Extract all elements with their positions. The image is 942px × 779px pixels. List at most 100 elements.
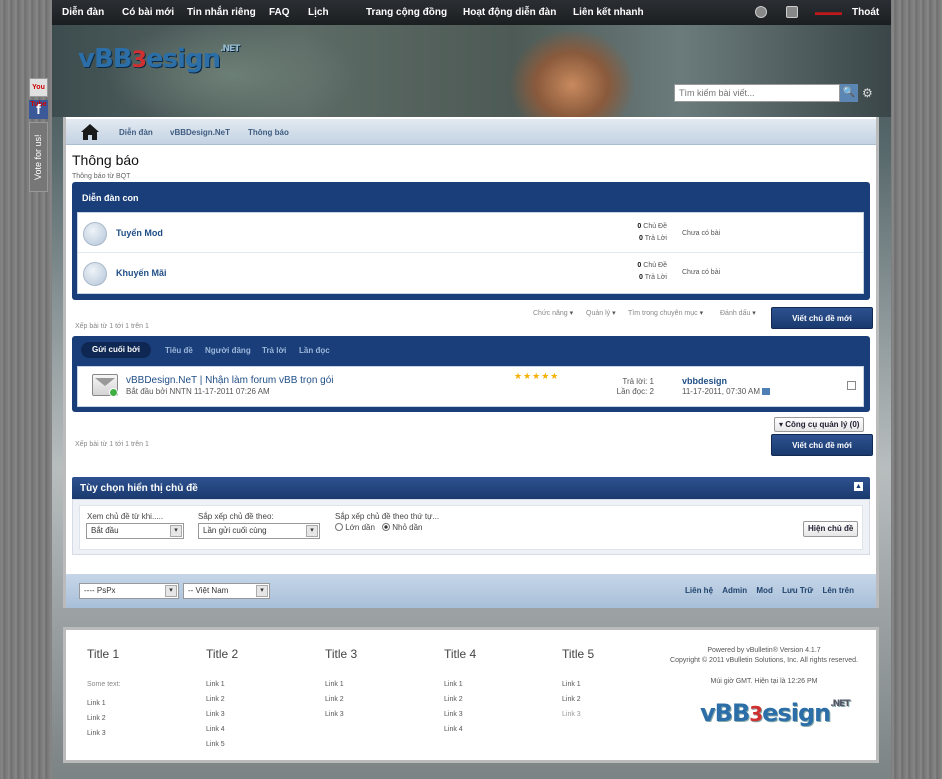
radio-asc[interactable] [335, 523, 343, 531]
notification-icon[interactable] [755, 6, 767, 18]
column-link[interactable]: Link 2 [87, 715, 106, 722]
forum-threads: 0 Chủ Đề [637, 262, 667, 269]
list-item[interactable]: Tuyển Mod 0 Chủ Đề 0 Trả Lời Chưa có bài [78, 213, 863, 253]
breadcrumb-forum[interactable]: Diễn đàn [119, 128, 153, 137]
thread-views: Lần đọc: 2 [616, 387, 654, 396]
column-link[interactable]: Link 4 [444, 726, 463, 733]
new-thread-button[interactable]: Viết chủ đề mới [771, 307, 873, 329]
column-link[interactable]: Link 2 [444, 696, 463, 703]
home-icon[interactable] [80, 123, 100, 141]
footer-link-admin[interactable]: Admin [722, 586, 747, 595]
copyright-text: Copyright © 2011 vBulletin Solutions, In… [670, 657, 858, 664]
tool-functions[interactable]: Chức năng [533, 309, 573, 317]
footer-link-contact[interactable]: Liên hệ [685, 586, 713, 595]
subforum-header: Diễn đàn con [82, 193, 139, 203]
search-input[interactable] [674, 84, 840, 102]
list-item[interactable]: Khuyến Mãi 0 Chủ Đề 0 Trả Lời Chưa có bà… [78, 253, 863, 293]
admin-tools-button[interactable]: ▾ Công cụ quản lý (0) [774, 417, 865, 432]
logout-link[interactable]: Thoát [852, 7, 879, 18]
nav-quick-links[interactable]: Liên kết nhanh [573, 7, 644, 18]
collapse-icon[interactable]: ▲ [854, 482, 863, 491]
column-link[interactable]: Link 2 [325, 696, 344, 703]
footer-bar: ---- PsPx ▾ -- Việt Nam ▾ Liên hệ Admin … [66, 574, 876, 608]
footer-link-mod[interactable]: Mod [756, 586, 772, 595]
subforum-list: Tuyển Mod 0 Chủ Đề 0 Trả Lời Chưa có bài… [77, 212, 864, 294]
language-select[interactable]: -- Việt Nam ▾ [183, 583, 270, 599]
column-title: Title 1 [87, 647, 120, 661]
column-link[interactable]: Link 1 [325, 681, 344, 688]
profile-icon[interactable] [786, 6, 798, 18]
radio-desc[interactable] [382, 523, 390, 531]
sort-by-select[interactable]: Lần gửi cuối cùng ▾ [198, 523, 320, 539]
logo-rest: esign [762, 699, 831, 727]
youtube-icon[interactable]: You Tube [29, 78, 48, 108]
footer-link-archive[interactable]: Lưu Trữ [782, 586, 813, 595]
forum-title[interactable]: Tuyển Mod [116, 228, 163, 238]
table-row[interactable]: vBBDesign.NeT | Nhận làm forum vBB trọn … [77, 366, 864, 407]
column-link[interactable]: Link 2 [562, 696, 581, 703]
nav-calendar[interactable]: Lịch [308, 7, 329, 18]
show-from-select[interactable]: Bắt đầu ▾ [86, 523, 184, 539]
tool-search-forum[interactable]: Tìm trong chuyên mục [628, 309, 703, 317]
thread-meta: Bắt đầu bởi NNTN 11-17-2011 07:26 AM [126, 387, 270, 396]
logo-accent: 3 [131, 48, 147, 73]
last-post-time: 11-17-2011, 07:30 AM [682, 387, 760, 396]
nav-forum-activity[interactable]: Hoạt động diễn đàn [463, 7, 556, 18]
tab-poster[interactable]: Người đăng [205, 346, 251, 355]
new-post-icon [109, 388, 118, 397]
column-link[interactable]: Link 1 [562, 681, 581, 688]
thread-title[interactable]: vBBDesign.NeT | Nhận làm forum vBB trọn … [126, 375, 334, 386]
username-badge-icon[interactable]: ▬▬▬ [815, 7, 842, 17]
tab-replies[interactable]: Trả lời [262, 346, 286, 355]
breadcrumb-site[interactable]: vBBDesign.NeT [170, 128, 230, 137]
column-link[interactable]: Link 3 [562, 711, 581, 718]
order-asc-option[interactable]: Lớn dần [335, 523, 375, 532]
column-link[interactable]: Link 3 [325, 711, 344, 718]
tab-last-post[interactable]: Gửi cuối bởi [81, 342, 151, 358]
powered-text: Powered by vBulletin® Version 4.1.7 [707, 647, 821, 654]
gear-icon[interactable]: ⚙ [862, 86, 873, 100]
column-link[interactable]: Link 3 [206, 711, 225, 718]
nav-faq[interactable]: FAQ [269, 7, 290, 18]
footer-link-top[interactable]: Lên trên [822, 586, 854, 595]
forum-last-post: Chưa có bài [682, 269, 721, 276]
tab-title[interactable]: Tiêu đề [165, 346, 193, 355]
site-logo[interactable]: vBB3esign.NET [78, 44, 240, 74]
forum-title[interactable]: Khuyến Mãi [116, 268, 167, 278]
column-link[interactable]: Link 4 [206, 726, 225, 733]
display-options-inner: Xem chủ đề từ khi..... Bắt đầu ▾ Sắp xếp… [79, 505, 863, 550]
thread-stats: Trả lời: 1 Lần đọc: 2 [604, 377, 654, 397]
nav-new-posts[interactable]: Có bài mới [122, 7, 174, 18]
nav-community[interactable]: Trang cộng đồng [366, 7, 447, 18]
order-desc-option[interactable]: Nhỏ dần [382, 523, 422, 532]
show-threads-button[interactable]: Hiện chủ đề [803, 521, 859, 537]
vote-button[interactable]: Vote for us! [29, 122, 48, 192]
thread-select-checkbox[interactable] [847, 381, 856, 390]
new-thread-button-bottom[interactable]: Viết chủ đề mới [771, 434, 873, 456]
column-title: Title 4 [444, 647, 477, 661]
column-link[interactable]: Link 2 [206, 696, 225, 703]
tool-manage[interactable]: Quản lý [586, 309, 616, 317]
column-title: Title 3 [325, 647, 358, 661]
column-link[interactable]: Link 1 [444, 681, 463, 688]
search-icon[interactable]: 🔍 [840, 84, 858, 102]
powered-by: Powered by vBulletin® Version 4.1.7 Copy… [654, 646, 874, 687]
tool-mark[interactable]: Đánh dấu [720, 309, 756, 317]
nav-forum[interactable]: Diễn đàn [62, 7, 104, 18]
column-link[interactable]: Link 1 [87, 700, 106, 707]
forum-status-icon [83, 262, 107, 286]
sort-by-value: Lần gửi cuối cùng [203, 526, 267, 535]
column-link[interactable]: Link 3 [87, 730, 106, 737]
chevron-down-icon: ▾ [306, 525, 318, 537]
column-link[interactable]: Link 3 [444, 711, 463, 718]
nav-private-messages[interactable]: Tin nhắn riêng [187, 7, 256, 18]
forum-status-icon [83, 222, 107, 246]
style-select[interactable]: ---- PsPx ▾ [79, 583, 179, 599]
column-link[interactable]: Link 1 [206, 681, 225, 688]
column-link[interactable]: Link 5 [206, 741, 225, 748]
column-text: Some text: [87, 681, 121, 688]
last-post-user[interactable]: vbbdesign [682, 376, 727, 386]
go-to-post-icon[interactable] [762, 388, 771, 395]
tab-views[interactable]: Lần đọc [299, 346, 330, 355]
subforum-panel: Diễn đàn con Tuyển Mod 0 Chủ Đề 0 Trả Lờ… [72, 182, 870, 300]
